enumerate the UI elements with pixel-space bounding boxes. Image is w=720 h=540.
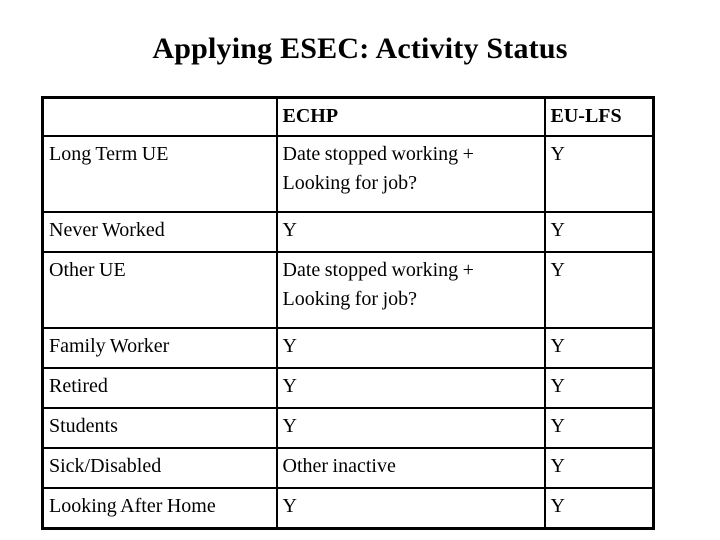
cell-category-text: Sick/Disabled [49,455,162,477]
slide-canvas: Applying ESEC: Activity Status ECHP EU-L… [0,0,720,540]
cell-category: Retired [41,367,278,409]
cell-eulfs-text: Y [550,143,565,165]
cell-eulfs: Y [543,327,655,369]
column-header-category-label [49,102,274,103]
table-row: Never Worked Y Y [41,211,655,253]
column-header-eulfs-label: EU-LFS [550,105,622,127]
cell-category-text: Other UE [49,259,126,281]
column-header-echp: ECHP [275,96,546,137]
cell-eulfs-text: Y [550,259,565,281]
cell-eulfs: Y [543,487,655,530]
activity-status-table-container: ECHP EU-LFS Long Term UE Date stopped wo… [41,96,655,530]
cell-category: Never Worked [41,211,278,253]
page-title: Applying ESEC: Activity Status [152,32,568,65]
cell-category-text: Long Term UE [49,143,169,165]
cell-echp: Y [275,211,546,253]
cell-echp: Y [275,487,546,530]
cell-eulfs-text: Y [550,455,565,477]
column-header-eulfs: EU-LFS [543,96,655,137]
cell-category-text: Family Worker [49,335,170,357]
cell-eulfs-text: Y [550,415,565,437]
table-row: Other UE Date stopped working + Looking … [41,251,655,329]
cell-echp-text: Date stopped working + Looking for job? [282,143,474,194]
cell-echp-text: Y [282,415,297,437]
table-row: Students Y Y [41,407,655,449]
cell-eulfs: Y [543,135,655,213]
cell-category-text: Retired [49,375,108,397]
cell-eulfs-text: Y [550,335,565,357]
cell-echp: Date stopped working + Looking for job? [275,135,546,213]
cell-eulfs: Y [543,367,655,409]
cell-category: Looking After Home [41,487,278,530]
cell-echp-text: Y [282,375,297,397]
cell-eulfs-text: Y [550,495,565,517]
cell-echp: Date stopped working + Looking for job? [275,251,546,329]
cell-category-text: Looking After Home [49,495,216,517]
cell-echp-text: Other inactive [282,455,396,477]
cell-eulfs-text: Y [550,219,565,241]
table-row: Retired Y Y [41,367,655,409]
table-row: Long Term UE Date stopped working + Look… [41,135,655,213]
cell-category-text: Students [49,415,118,437]
table-header-row: ECHP EU-LFS [41,96,655,137]
table-body: ECHP EU-LFS Long Term UE Date stopped wo… [41,96,655,530]
cell-eulfs: Y [543,407,655,449]
column-header-echp-label: ECHP [282,105,339,127]
table-row: Sick/Disabled Other inactive Y [41,447,655,489]
cell-eulfs: Y [543,251,655,329]
cell-echp: Y [275,367,546,409]
cell-category: Family Worker [41,327,278,369]
cell-echp: Other inactive [275,447,546,489]
cell-eulfs-text: Y [550,375,565,397]
cell-eulfs: Y [543,211,655,253]
table-row: Looking After Home Y Y [41,487,655,530]
cell-category: Students [41,407,278,449]
cell-echp-text: Y [282,335,297,357]
activity-status-table: ECHP EU-LFS Long Term UE Date stopped wo… [41,96,655,530]
cell-echp-text: Y [282,219,297,241]
cell-category: Other UE [41,251,278,329]
table-row: Family Worker Y Y [41,327,655,369]
cell-eulfs: Y [543,447,655,489]
cell-echp: Y [275,407,546,449]
cell-echp-text: Date stopped working + Looking for job? [282,259,474,310]
cell-category: Sick/Disabled [41,447,278,489]
cell-echp: Y [275,327,546,369]
cell-echp-text: Y [282,495,297,517]
cell-category-text: Never Worked [49,219,165,241]
cell-category: Long Term UE [41,135,278,213]
column-header-category [41,96,278,137]
